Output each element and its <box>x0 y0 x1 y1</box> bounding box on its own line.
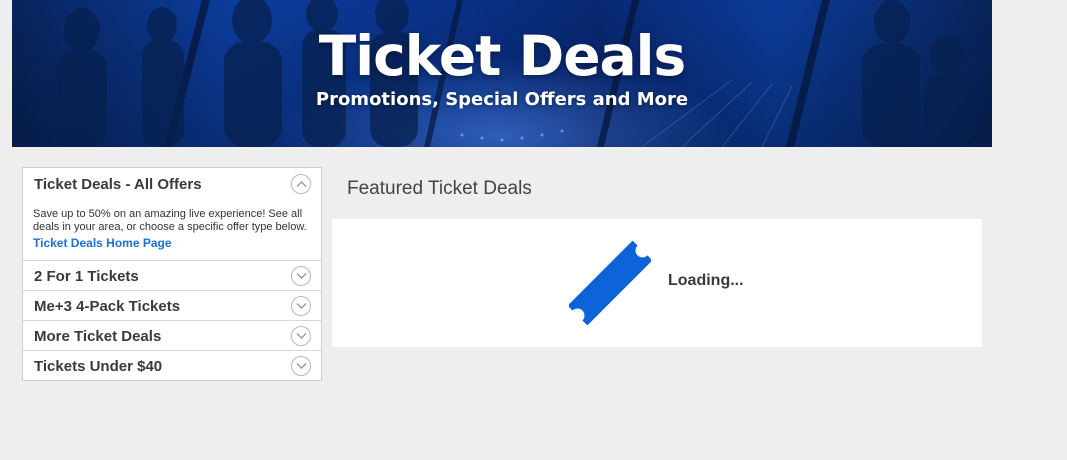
offers-accordion: Ticket Deals - All Offers Save up to 50%… <box>22 167 322 381</box>
chevron-down-icon[interactable] <box>291 296 311 316</box>
banner-subtitle: Promotions, Special Offers and More <box>315 89 689 110</box>
accordion-label: Ticket Deals - All Offers <box>34 176 202 193</box>
hero-banner: Ticket Deals Promotions, Special Offers … <box>12 0 992 147</box>
accordion-header-under-40[interactable]: Tickets Under $40 <box>23 350 321 380</box>
accordion-label: 2 For 1 Tickets <box>34 268 139 285</box>
accordion-header-more-deals[interactable]: More Ticket Deals <box>23 320 321 350</box>
accordion-header-me-plus-3[interactable]: Me+3 4-Pack Tickets <box>23 290 321 320</box>
accordion-body-all-offers: Save up to 50% on an amazing live experi… <box>23 200 321 260</box>
offer-description: Save up to 50% on an amazing live experi… <box>33 208 307 233</box>
accordion-header-2-for-1[interactable]: 2 For 1 Tickets <box>23 260 321 290</box>
chevron-down-icon[interactable] <box>291 266 311 286</box>
chevron-down-icon[interactable] <box>291 326 311 346</box>
featured-deals-title: Featured Ticket Deals <box>347 178 532 199</box>
accordion-label: Me+3 4-Pack Tickets <box>34 298 181 315</box>
ticket-deals-home-link[interactable]: Ticket Deals Home Page <box>33 236 311 250</box>
loading-text: Loading... <box>668 272 744 289</box>
accordion-label: More Ticket Deals <box>34 328 162 345</box>
ticket-icon <box>569 241 651 325</box>
accordion-label: Tickets Under $40 <box>34 358 163 375</box>
accordion-header-all-offers[interactable]: Ticket Deals - All Offers <box>23 168 321 200</box>
chevron-down-icon[interactable] <box>291 356 311 376</box>
banner-title: Ticket Deals <box>318 24 686 88</box>
chevron-up-icon[interactable] <box>291 174 311 194</box>
featured-deals-panel: Loading... <box>332 219 982 347</box>
